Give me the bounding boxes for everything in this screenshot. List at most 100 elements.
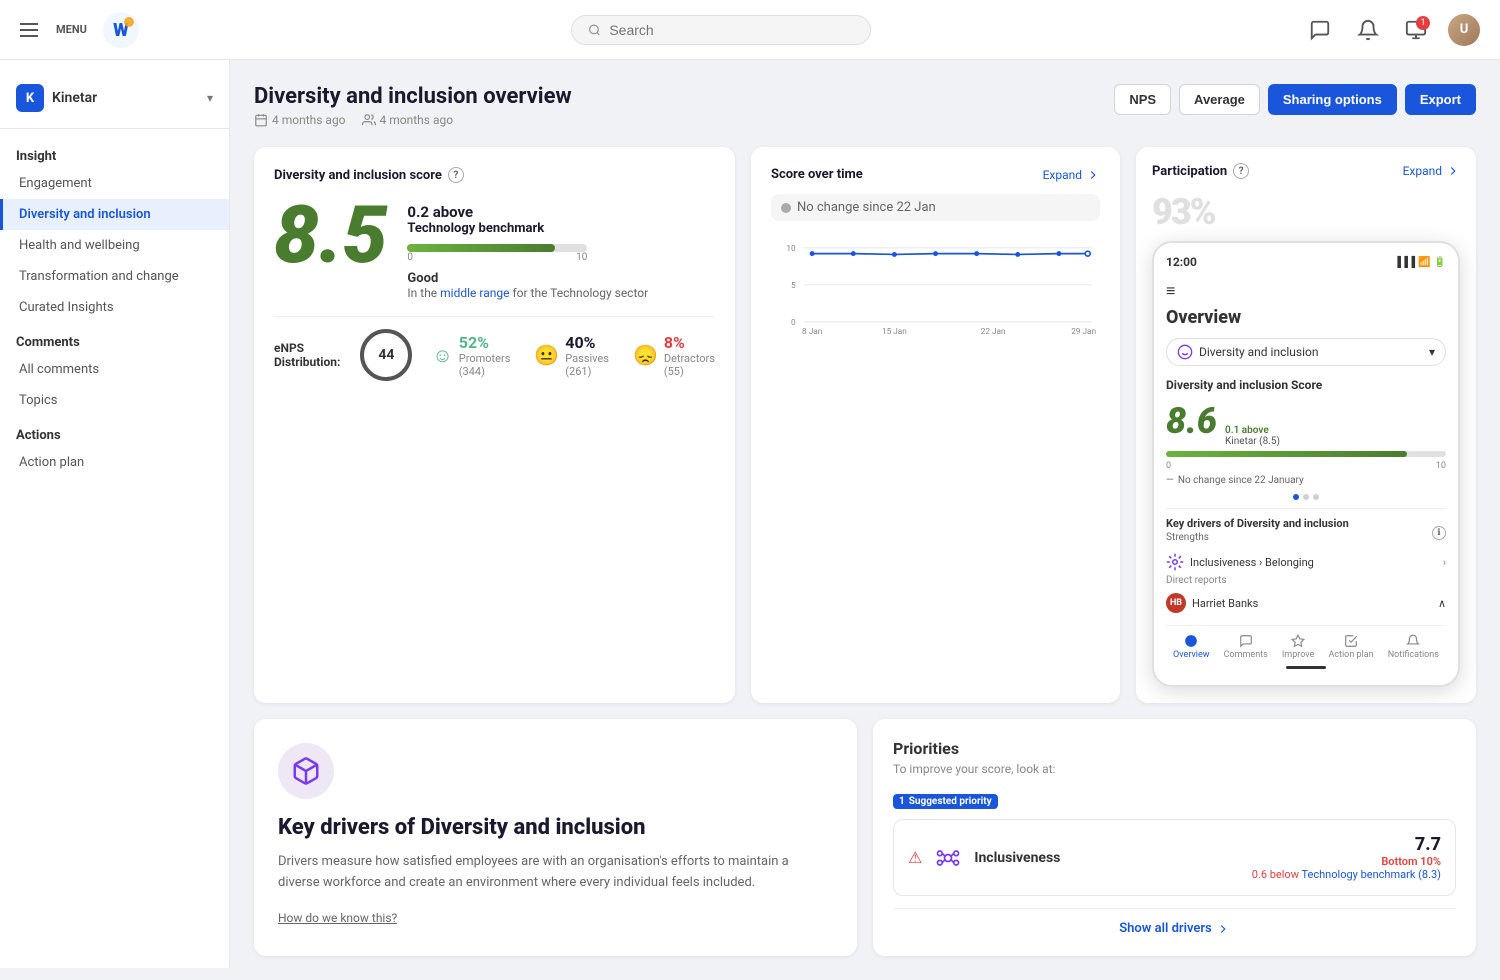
score-card-title: Diversity and inclusion score ? xyxy=(274,167,464,183)
enps-stats: ☺ 52% Promoters (344) 😐 40% Passives (26… xyxy=(432,333,715,378)
top-navigation: MENU W 1 U xyxy=(0,0,1500,60)
search-input[interactable] xyxy=(609,22,854,38)
phone-nav-overview[interactable]: Overview xyxy=(1173,634,1209,660)
middle-range-link[interactable]: middle range xyxy=(440,286,509,300)
key-drivers-card: Key drivers of Diversity and inclusion D… xyxy=(254,719,857,956)
search-icon xyxy=(588,23,601,37)
show-all-drivers-button[interactable]: Show all drivers xyxy=(893,908,1456,936)
score-info-icon[interactable]: ? xyxy=(448,167,464,183)
user-avatar[interactable]: U xyxy=(1448,14,1480,46)
phone-driver-item[interactable]: Inclusiveness › Belonging › xyxy=(1166,549,1446,575)
priority-benchmark: 0.6 below Technology benchmark (8.3) xyxy=(1252,868,1441,881)
sidebar-item-transformation[interactable]: Transformation and change xyxy=(0,261,229,292)
chat-icon-button[interactable] xyxy=(1304,14,1336,46)
sidebar-item-engagement[interactable]: Engagement xyxy=(0,168,229,199)
app-logo[interactable]: W xyxy=(103,12,139,48)
score-over-time-card: Score over time Expand No change since 2… xyxy=(751,147,1120,703)
search-bar[interactable] xyxy=(571,15,871,45)
sidebar-item-topics[interactable]: Topics xyxy=(0,385,229,416)
below-text: 0.6 below xyxy=(1252,868,1299,881)
bell-icon-button[interactable] xyxy=(1352,14,1384,46)
sot-expand-link[interactable]: Expand xyxy=(1043,168,1100,182)
phone-score-row: 8.6 0.1 above Kinetar (8.5) xyxy=(1166,400,1446,447)
priorities-subtitle: To improve your score, look at: xyxy=(893,762,1456,776)
sidebar-item-diversity[interactable]: Diversity and inclusion xyxy=(0,199,229,230)
phone-category-dropdown[interactable]: Diversity and inclusion ▾ xyxy=(1166,338,1446,366)
promoters-pct: 52% xyxy=(459,333,511,352)
nav-icon-group: 1 U xyxy=(1304,14,1480,46)
page-title-area: Diversity and inclusion overview 4 month… xyxy=(254,84,572,127)
phone-kd-title: Key drivers of Diversity and inclusion xyxy=(1166,517,1349,530)
export-button[interactable]: Export xyxy=(1405,84,1476,115)
svg-text:5: 5 xyxy=(791,281,796,291)
phone-bar-labels: 010 xyxy=(1166,461,1446,471)
benchmark-fill xyxy=(407,244,555,252)
above-benchmark-text: 0.2 above xyxy=(407,203,648,221)
phone-nav-notifications[interactable]: Notifications xyxy=(1388,634,1439,660)
svg-text:0: 0 xyxy=(791,318,796,328)
phone-score-section-title: Diversity and inclusion Score xyxy=(1166,378,1446,392)
svg-text:22 Jan: 22 Jan xyxy=(981,327,1006,337)
key-drivers-description: Drivers measure how satisfied employees … xyxy=(278,852,833,894)
priorities-card: Priorities To improve your score, look a… xyxy=(873,719,1476,956)
priorities-title: Priorities xyxy=(893,739,1456,758)
nps-button[interactable]: NPS xyxy=(1114,84,1171,115)
phone-mockup: 12:00 ▐▐▐ 📶 🔋 ≡ Overview Diversity and i… xyxy=(1152,241,1460,687)
chevron-down-icon: ▾ xyxy=(207,91,213,105)
org-selector[interactable]: K Kinetar ▾ xyxy=(0,76,229,129)
phone-menu-icon: ≡ xyxy=(1166,281,1446,301)
priority-percentile: Bottom 10% xyxy=(1252,855,1441,868)
phone-nav-action-plan[interactable]: Action plan xyxy=(1328,634,1373,660)
benchmark-bar xyxy=(407,244,587,252)
driver-arrow-icon: › xyxy=(1443,556,1446,569)
participation-expand-link[interactable]: Expand xyxy=(1403,164,1460,178)
phone-score-value: 8.6 xyxy=(1166,400,1217,442)
key-drivers-icon-circle xyxy=(278,743,334,799)
menu-button[interactable]: MENU xyxy=(20,23,87,37)
phone-time: 12:00 xyxy=(1166,255,1197,269)
phone-harriet-item[interactable]: HB Harriet Banks ∧ xyxy=(1166,589,1446,617)
average-button[interactable]: Average xyxy=(1179,84,1260,115)
how-we-know-link[interactable]: How do we know this? xyxy=(278,911,397,925)
sidebar-item-action-plan[interactable]: Action plan xyxy=(0,447,229,478)
sharing-options-button[interactable]: Sharing options xyxy=(1268,84,1397,115)
participation-expand-icon xyxy=(1446,164,1460,178)
phone-kd-info-icon[interactable]: ℹ xyxy=(1432,526,1446,540)
benchmark-ref: Technology benchmark (8.3) xyxy=(1301,868,1441,881)
score-display: 8.5 0.2 above Technology benchmark 0 xyxy=(274,195,715,300)
priority-item-inclusiveness[interactable]: ⚠ Inclusiveness 7.7 xyxy=(893,819,1456,896)
phone-nav-comments[interactable]: Comments xyxy=(1224,634,1268,660)
dot-1[interactable] xyxy=(1293,494,1299,500)
detractors-pct: 8% xyxy=(664,333,715,352)
main-content: Diversity and inclusion overview 4 month… xyxy=(230,60,1500,980)
svg-text:29 Jan: 29 Jan xyxy=(1071,327,1096,337)
wifi-icon: 📶 xyxy=(1418,257,1430,268)
sidebar-item-health[interactable]: Health and wellbeing xyxy=(0,230,229,261)
sidebar-item-all-comments[interactable]: All comments xyxy=(0,354,229,385)
org-badge: K xyxy=(16,84,44,112)
phone-above-sub: Kinetar (8.5) xyxy=(1225,436,1280,447)
svg-text:8 Jan: 8 Jan xyxy=(802,327,822,337)
inbox-icon-button[interactable]: 1 xyxy=(1400,14,1432,46)
nav-notifications-icon xyxy=(1406,634,1420,648)
participation-info-icon[interactable]: ? xyxy=(1233,163,1249,179)
app-layout: K Kinetar ▾ Insight Engagement Diversity… xyxy=(0,0,1500,980)
nav-overview-icon xyxy=(1184,634,1198,648)
harriet-expand-icon: ∧ xyxy=(1438,597,1446,610)
passives-label: Passives (261) xyxy=(565,352,609,378)
phone-nav-improve[interactable]: Improve xyxy=(1282,634,1315,660)
phone-overview-title: Overview xyxy=(1166,307,1446,328)
priority-number: 1 xyxy=(899,796,905,807)
phone-key-drivers-section: Key drivers of Diversity and inclusion S… xyxy=(1166,508,1446,617)
quality-label: Good xyxy=(407,271,648,286)
phone-signal-icons: ▐▐▐ 📶 🔋 xyxy=(1394,257,1446,268)
score-card: Diversity and inclusion score ? 8.5 0.2 … xyxy=(254,147,735,703)
sidebar-item-curated[interactable]: Curated Insights xyxy=(0,292,229,323)
nav-comments-icon xyxy=(1239,634,1253,648)
sot-card-header: Score over time Expand xyxy=(771,167,1100,182)
dot-3[interactable] xyxy=(1313,494,1319,500)
section-label-comments: Comments xyxy=(0,323,229,354)
dot-2[interactable] xyxy=(1303,494,1309,500)
phone-status-bar: 12:00 ▐▐▐ 📶 🔋 xyxy=(1166,255,1446,269)
benchmark-name: Technology benchmark xyxy=(407,221,648,236)
